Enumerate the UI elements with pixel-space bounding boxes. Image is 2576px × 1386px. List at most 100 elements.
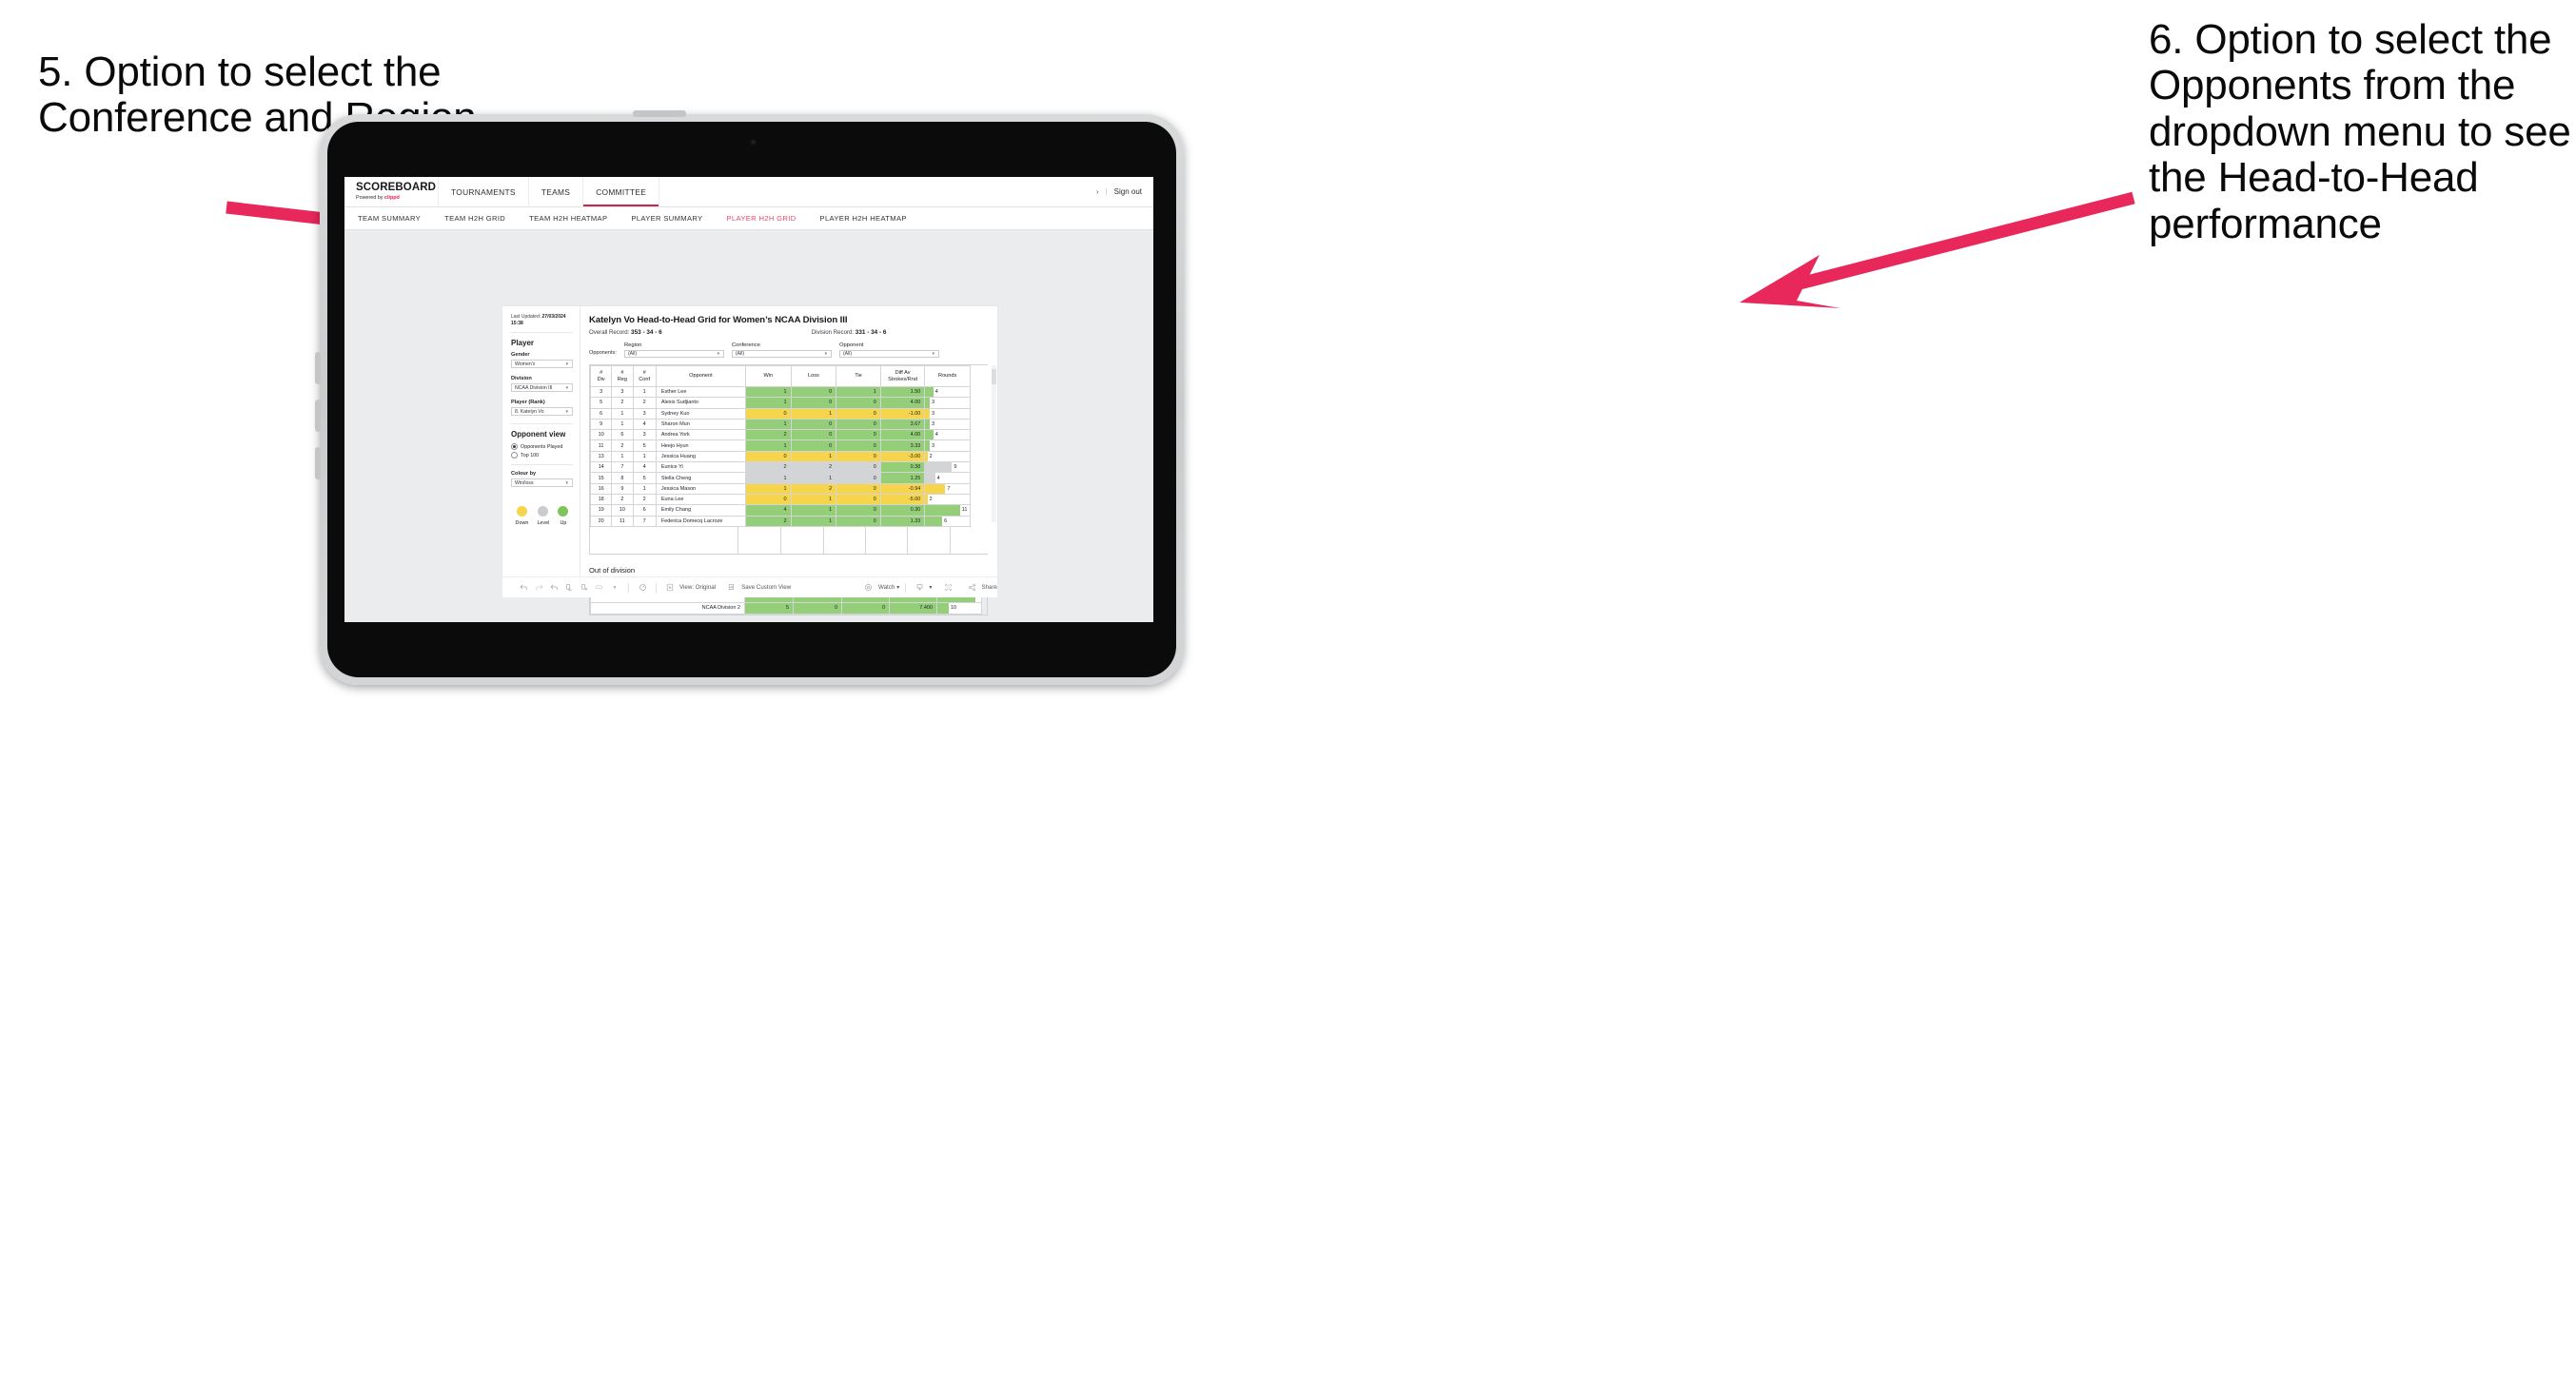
radio-top-100[interactable]: Top 100: [511, 452, 573, 459]
conference-filter-select[interactable]: (All) ▼: [731, 349, 832, 358]
cell-rounds: 9: [924, 461, 971, 474]
col-header-div[interactable]: # Div: [589, 365, 613, 387]
annotation-right: 6. Option to select the Opponents from t…: [2149, 16, 2571, 247]
scrollbar-thumb[interactable]: [992, 369, 996, 384]
nav-tab-teams[interactable]: TEAMS: [529, 177, 584, 206]
view-icon: [662, 583, 678, 592]
table-row[interactable]: 10 6 3 Andrea York 2 0 0 4.00 4: [589, 429, 971, 441]
table-row[interactable]: 3 3 1 Esther Lee 1 0 1 1.50 4: [589, 385, 971, 399]
cell-div: 11: [589, 439, 613, 452]
revert-icon[interactable]: [546, 583, 561, 592]
download-button[interactable]: ▾: [912, 583, 932, 592]
col-header-conf[interactable]: # Conf: [632, 365, 657, 387]
col-header-reg[interactable]: # Reg: [611, 365, 634, 387]
col-header-tie[interactable]: Tie: [836, 365, 881, 387]
col-header-rounds[interactable]: Rounds: [924, 365, 971, 387]
table-row[interactable]: 15 8 5 Stella Cheng 1 1 0 1.25 4: [589, 472, 971, 484]
filter-sidebar: Last Updated: 27/03/2024 15:38 Player Ge…: [502, 306, 580, 576]
region-filter-select[interactable]: (All) ▼: [623, 349, 724, 358]
cell-opponent: Esther Lee: [655, 385, 747, 399]
view-original-label: View: Original: [679, 584, 717, 591]
col-header-diff-av-strokes[interactable]: Diff Av Strokes/Rnd: [879, 365, 926, 387]
chevron-right-icon[interactable]: ›: [1096, 187, 1099, 196]
table-row[interactable]: 18 2 2 Euna Lee 0 1 0 -5.00 2: [589, 493, 971, 506]
cell-loss: 0: [790, 439, 837, 452]
out-of-division-title: Out of division: [589, 565, 636, 575]
cell-diff-av-strokes: 1.50: [879, 385, 926, 399]
front-camera-icon: [750, 139, 757, 146]
legend-label-down: Down: [515, 520, 529, 527]
col-header-opponent[interactable]: Opponent: [655, 365, 747, 387]
subtab-team-summary[interactable]: TEAM SUMMARY: [358, 214, 421, 223]
cell-reg: 2: [611, 493, 634, 506]
redo-icon[interactable]: [531, 583, 546, 592]
power-button[interactable]: [633, 110, 686, 117]
refresh-data-icon[interactable]: [561, 583, 577, 592]
subtab-player-summary[interactable]: PLAYER SUMMARY: [631, 214, 702, 223]
highlighter-icon[interactable]: [635, 583, 650, 592]
table-row[interactable]: 13 1 1 Jessica Huang 0 1 0 -3.00 2: [589, 450, 971, 463]
col-header-win[interactable]: Win: [745, 365, 792, 387]
opponent-filter-group: Opponent (All) ▼: [838, 342, 939, 358]
player-rank-select[interactable]: 8. Katelyn Vo ▼: [511, 407, 573, 417]
sub-navigation-bar: TEAM SUMMARY TEAM H2H GRID TEAM H2H HEAT…: [344, 207, 1153, 230]
pause-auto-update-icon[interactable]: [577, 583, 592, 592]
subtab-player-h2h-grid[interactable]: PLAYER H2H GRID: [726, 214, 796, 223]
volume-up-button[interactable]: [315, 352, 321, 384]
subtab-team-h2h-grid[interactable]: TEAM H2H GRID: [444, 214, 505, 223]
radio-opponents-played[interactable]: Opponents Played: [511, 443, 573, 451]
side-button[interactable]: [315, 447, 321, 479]
view-original-button[interactable]: View: Original: [662, 583, 716, 592]
gender-select[interactable]: Women’s ▼: [511, 360, 573, 369]
table-row[interactable]: 11 2 5 Heejo Hyun 1 0 0 3.33 3: [589, 439, 971, 452]
save-custom-view-button[interactable]: Save Custom View: [724, 583, 791, 592]
table-row[interactable]: 14 7 4 Eunice Yi 2 2 0 0.38 9: [589, 461, 971, 474]
cell-diff-av-strokes: -3.00: [879, 450, 926, 463]
subtab-team-h2h-heatmap[interactable]: TEAM H2H HEATMAP: [529, 214, 607, 223]
sign-out-link[interactable]: Sign out: [1114, 187, 1142, 196]
table-row[interactable]: 16 9 1 Jessica Mason 1 2 0 -0.94 7: [589, 482, 971, 495]
col-header-loss[interactable]: Loss: [790, 365, 837, 387]
cell-loss: 1: [790, 450, 837, 463]
volume-down-button[interactable]: [315, 400, 321, 432]
watch-button[interactable]: Watch ▾: [861, 583, 899, 592]
cell-diff-av-strokes: 1.25: [879, 472, 926, 484]
radio-unselected-icon: [511, 452, 518, 459]
cell-opponent: Jessica Huang: [655, 450, 747, 463]
undo-icon[interactable]: [516, 583, 531, 592]
table-vertical-scrollbar[interactable]: [992, 365, 996, 522]
division-select[interactable]: NCAA Division III ▼: [511, 383, 573, 393]
pause-resume-icon[interactable]: [592, 583, 607, 592]
division-record-value: 331 - 34 - 6: [855, 329, 887, 336]
cell-loss: 0: [790, 418, 837, 431]
cell-rounds: 4: [924, 472, 971, 484]
share-label: Share: [981, 584, 997, 591]
viz-bottom-toolbar: ▼ View: Original Save Custom View Watch …: [502, 576, 997, 597]
colour-by-select[interactable]: Win/loss ▼: [511, 478, 573, 488]
chevron-down-icon[interactable]: ▼: [607, 585, 622, 591]
subtab-player-h2h-heatmap[interactable]: PLAYER H2H HEATMAP: [820, 214, 907, 223]
toolbar-divider-2: [656, 582, 657, 593]
nav-tab-committee[interactable]: COMMITTEE: [583, 177, 660, 206]
sidebar-divider-3: [511, 464, 573, 466]
cell-conf: 4: [632, 461, 657, 474]
scoreboard-logo[interactable]: SCOREBOARD Powered by clippd: [344, 177, 439, 206]
chevron-down-icon: ▾: [896, 584, 900, 591]
fullscreen-icon[interactable]: [940, 583, 955, 592]
out-of-division-row[interactable]: NCAA Division 2 5 0 0 7.400 10: [590, 601, 982, 615]
table-row[interactable]: 5 2 2 Alexis Sudjianto 1 0 0 4.00 3: [589, 397, 971, 409]
dashboard-workspace: Last Updated: 27/03/2024 15:38 Player Ge…: [344, 230, 1153, 622]
share-button[interactable]: Share: [964, 583, 997, 592]
table-row[interactable]: 6 1 3 Sydney Kuo 0 1 0 -1.00 3: [589, 407, 971, 420]
cell-diff-av-strokes: 3.67: [879, 418, 926, 431]
cell-rounds: 4: [924, 385, 971, 399]
table-row[interactable]: 19 10 6 Emily Chang 4 1 0 0.30 11: [589, 504, 971, 517]
cell-win: 2: [745, 429, 792, 441]
top-navigation-bar: SCOREBOARD Powered by clippd TOURNAMENTS…: [344, 177, 1153, 207]
cell-reg: 1: [611, 418, 634, 431]
table-row[interactable]: 20 11 7 Federica Domecq Lacroze 2 1 0 1.33 6: [589, 515, 971, 527]
opponent-filter-select[interactable]: (All) ▼: [838, 349, 939, 358]
nav-tab-tournaments[interactable]: TOURNAMENTS: [439, 177, 529, 206]
table-row[interactable]: 9 1 4 Sharon Mun 1 0 0 3.67 3: [589, 418, 971, 431]
chevron-down-icon: ▾: [929, 584, 933, 591]
